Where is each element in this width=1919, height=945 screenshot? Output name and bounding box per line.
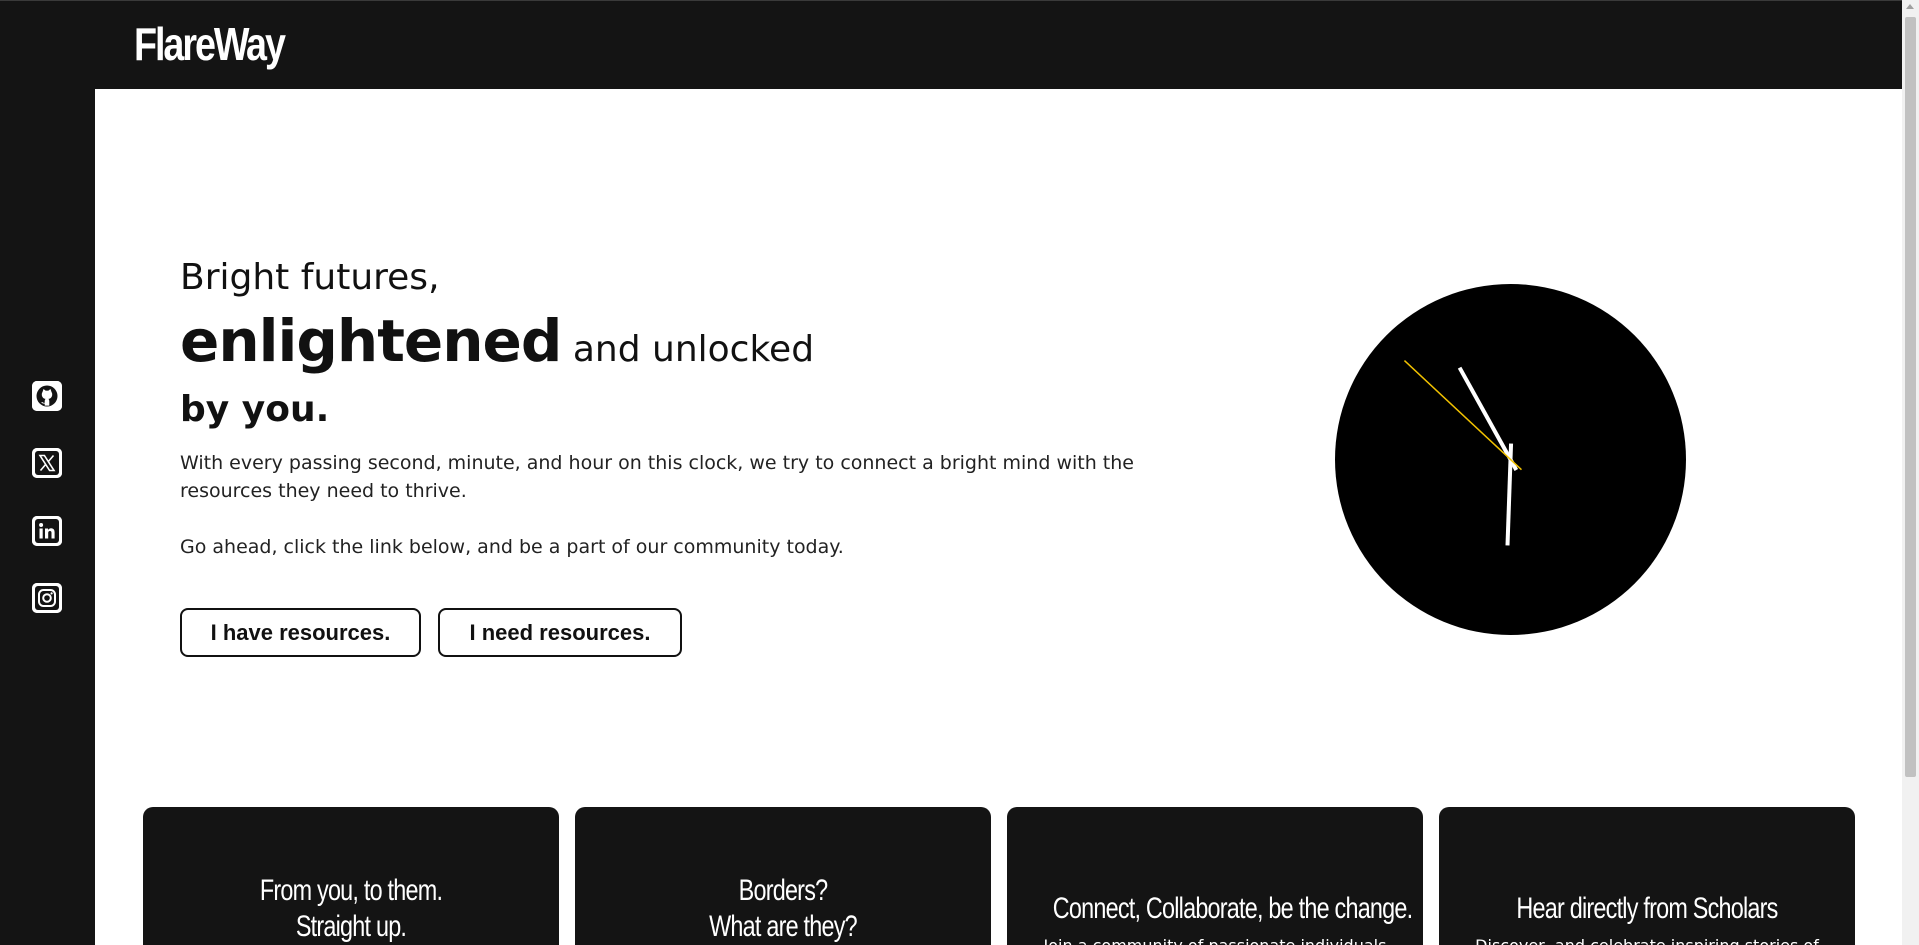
card-title: From you, to them. Straight up. (189, 807, 513, 945)
feature-cards: From you, to them. Straight up. Borders?… (143, 807, 1855, 945)
feature-card[interactable]: From you, to them. Straight up. (143, 807, 559, 945)
social-sidebar (0, 89, 95, 945)
hero-cta-text: Go ahead, click the link below, and be a… (180, 536, 844, 558)
vertical-scrollbar[interactable] (1902, 0, 1919, 945)
card-title: Borders? What are they? (621, 807, 945, 945)
card-title: Connect, Collaborate, be the change. (1052, 892, 1413, 925)
hero-heading-rest: and unlocked (561, 329, 815, 370)
feature-card[interactable]: Borders? What are they? (575, 807, 991, 945)
need-resources-button[interactable]: I need resources. (438, 608, 682, 657)
hero-heading-line2: enlightened and unlocked (180, 307, 814, 375)
card-subtitle: Discover, and celebrate inspiring storie… (1439, 935, 1855, 945)
card-title-line1: From you, to them. (259, 874, 443, 907)
hero-description: With every passing second, minute, and h… (180, 452, 1134, 502)
hero-heading-line1: Bright futures, (180, 257, 440, 298)
brand-logo[interactable]: FlareWay (134, 17, 286, 71)
scrollbar-thumb[interactable] (1905, 17, 1916, 777)
x-icon[interactable] (32, 448, 62, 478)
card-title: Hear directly from Scholars (1516, 892, 1778, 925)
have-resources-button[interactable]: I have resources. (180, 608, 421, 657)
card-title-line2: What are they? (709, 910, 858, 943)
feature-card[interactable]: Connect, Collaborate, be the change. Joi… (1007, 807, 1423, 945)
scroll-up-arrow-icon[interactable] (1906, 4, 1914, 9)
card-title-line1: Borders? (738, 874, 828, 907)
card-title-line2: Straight up. (295, 910, 407, 943)
linkedin-icon[interactable] (32, 516, 62, 546)
feature-card[interactable]: Hear directly from Scholars Discover, an… (1439, 807, 1855, 945)
github-icon[interactable] (32, 381, 62, 411)
top-navbar: FlareWay (0, 0, 1902, 89)
card-subtitle: Join a community of passionate individua… (1007, 935, 1423, 945)
instagram-icon[interactable] (32, 583, 62, 613)
analog-clock (1335, 284, 1686, 635)
main-content: Bright futures, enlightened and unlocked… (95, 89, 1902, 945)
hero-emphasis: enlightened (180, 307, 562, 375)
hero-heading-line3: by you. (180, 389, 330, 430)
